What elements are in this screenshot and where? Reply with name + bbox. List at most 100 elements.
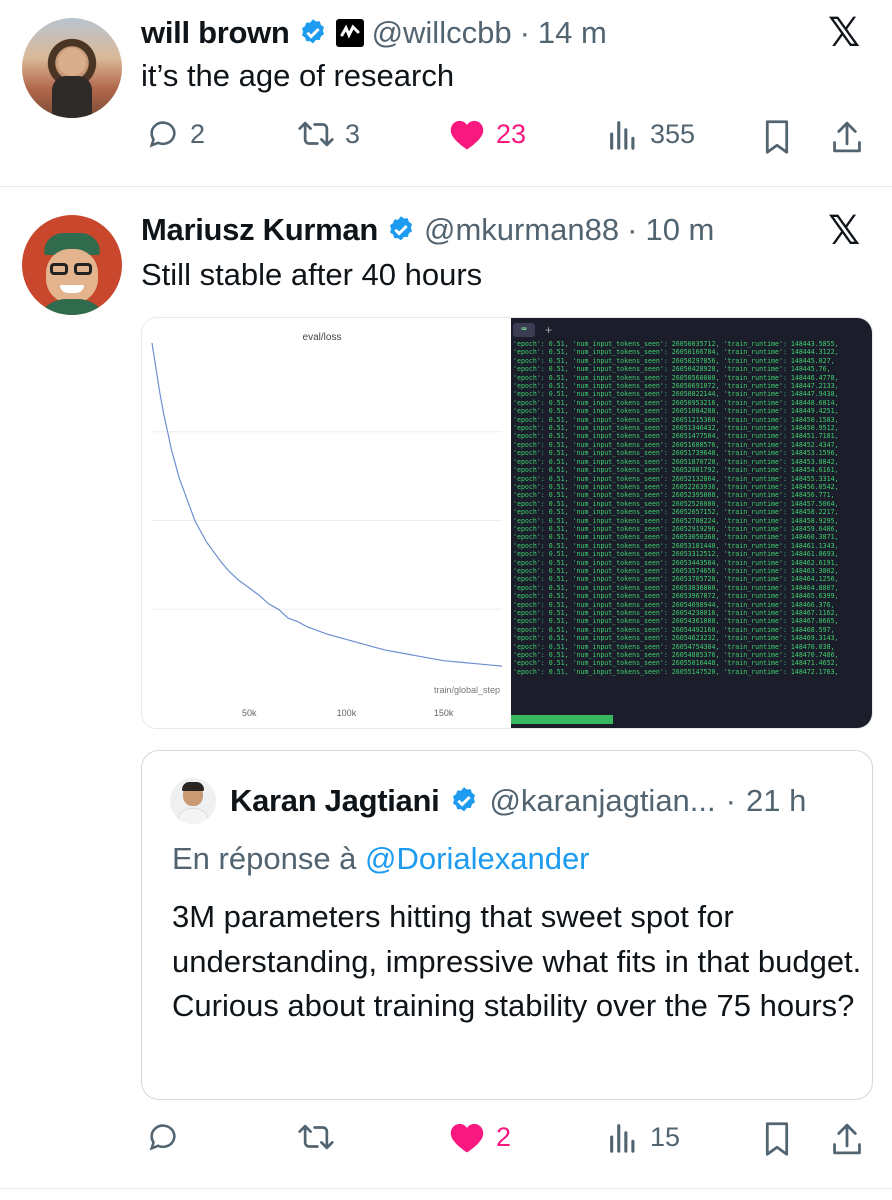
retweet-icon <box>298 1124 334 1150</box>
media-attachment[interactable]: eval/loss 50k 100k 150k train/global_step ⌨ … <box>141 317 873 729</box>
share-button[interactable] <box>830 1121 864 1162</box>
terminal-line: 'epoch': 0.51, 'num_input_tokens_seen': … <box>513 617 839 626</box>
quoted-tweet-time[interactable]: 21 h <box>746 783 806 819</box>
terminal-line: 'epoch': 0.51, 'num_input_tokens_seen': … <box>513 440 839 449</box>
terminal-line: 'epoch': 0.51, 'num_input_tokens_seen': … <box>513 541 839 550</box>
terminal-line: 'epoch': 0.51, 'num_input_tokens_seen': … <box>513 415 839 424</box>
reply-icon <box>149 121 176 148</box>
reply-to-mention[interactable]: @Dorialexander <box>365 841 589 876</box>
tweet-time[interactable]: 10 m <box>645 212 714 248</box>
avatar-mariusz-kurman[interactable] <box>22 215 122 315</box>
views-count: 355 <box>650 118 696 149</box>
views-count: 15 <box>650 1121 681 1152</box>
terminal-line: 'epoch': 0.51, 'num_input_tokens_seen': … <box>513 508 839 517</box>
retweet-count: 3 <box>345 118 361 149</box>
divider <box>0 186 892 187</box>
divider <box>0 1188 892 1189</box>
terminal-line: 'epoch': 0.51, 'num_input_tokens_seen': … <box>513 348 839 357</box>
terminal-line: 'epoch': 0.51, 'num_input_tokens_seen': … <box>513 457 839 466</box>
x-axis-label: train/global_step <box>434 685 500 695</box>
terminal-line: 'epoch': 0.51, 'num_input_tokens_seen': … <box>513 407 839 416</box>
bookmark-icon <box>765 1122 789 1156</box>
author-name[interactable]: Mariusz Kurman <box>141 212 378 248</box>
author-handle[interactable]: @mkurman88 <box>424 212 619 248</box>
new-tab-button[interactable]: + <box>545 323 552 337</box>
bookmark-button[interactable] <box>760 119 794 160</box>
x-tick-label: 100k <box>337 708 357 718</box>
views-icon <box>610 1124 635 1153</box>
views-icon <box>610 121 635 150</box>
terminal-line: 'epoch': 0.51, 'num_input_tokens_seen': … <box>513 659 839 668</box>
quoted-tweet-text: 3M parameters hitting that sweet spot fo… <box>172 899 862 1023</box>
terminal-line: 'epoch': 0.51, 'num_input_tokens_seen': … <box>513 474 839 483</box>
reply-button[interactable]: 2 <box>146 117 205 151</box>
quoted-tweet[interactable]: Karan Jagtiani @karanjagtian... · 21 h E… <box>141 750 873 1100</box>
terminal-tab-icon[interactable]: ⌨ <box>513 323 535 337</box>
retweet-button[interactable]: 3 <box>297 117 360 151</box>
terminal-line: 'epoch': 0.51, 'num_input_tokens_seen': … <box>513 390 839 399</box>
like-count: 2 <box>496 1121 512 1152</box>
terminal-output: 'epoch': 0.51, 'num_input_tokens_seen': … <box>513 340 872 676</box>
terminal-line: 'epoch': 0.51, 'num_input_tokens_seen': … <box>513 583 839 592</box>
bookmark-button[interactable] <box>760 1121 794 1162</box>
reply-context-label: En réponse à <box>172 841 357 876</box>
terminal-line: 'epoch': 0.51, 'num_input_tokens_seen': … <box>513 482 839 491</box>
like-button[interactable]: 23 <box>448 117 526 151</box>
terminal-line: 'epoch': 0.51, 'num_input_tokens_seen': … <box>513 550 839 559</box>
author-handle[interactable]: @willccbb <box>372 15 512 51</box>
reply-count: 2 <box>190 118 206 149</box>
avatar-will-brown[interactable] <box>22 18 122 118</box>
loss-chart: eval/loss 50k 100k 150k train/global_step <box>142 318 511 728</box>
loss-series-line <box>151 342 503 667</box>
quoted-author-name[interactable]: Karan Jagtiani <box>230 783 440 819</box>
verified-badge-icon <box>389 216 412 241</box>
x-logo-icon[interactable]: 𝕏 <box>828 10 860 56</box>
terminal-line: 'epoch': 0.51, 'num_input_tokens_seen': … <box>513 609 839 617</box>
verified-badge-icon <box>301 19 324 44</box>
like-count: 23 <box>496 118 527 149</box>
tweet-text: Still stable after 40 hours <box>141 257 483 292</box>
terminal-line: 'epoch': 0.51, 'num_input_tokens_seen': … <box>513 558 839 567</box>
terminal-panel: ⌨ + 'epoch': 0.51, 'num_input_tokens_see… <box>511 318 872 728</box>
terminal-scrollbar[interactable] <box>511 715 613 724</box>
x-logo-icon[interactable]: 𝕏 <box>828 208 860 254</box>
reply-button[interactable] <box>146 1120 180 1154</box>
views-button[interactable]: 15 <box>606 1120 680 1154</box>
terminal-line: 'epoch': 0.51, 'num_input_tokens_seen': … <box>513 382 839 391</box>
terminal-line: 'epoch': 0.51, 'num_input_tokens_seen': … <box>513 667 839 676</box>
terminal-line: 'epoch': 0.51, 'num_input_tokens_seen': … <box>513 432 839 441</box>
terminal-line: 'epoch': 0.51, 'num_input_tokens_seen': … <box>513 356 835 365</box>
avatar-karan-jagtiani[interactable] <box>170 778 216 824</box>
affiliate-badge-icon <box>335 19 364 47</box>
retweet-button[interactable] <box>297 1120 335 1154</box>
terminal-line: 'epoch': 0.51, 'num_input_tokens_seen': … <box>513 365 831 374</box>
author-name[interactable]: will brown <box>141 15 290 51</box>
bookmark-icon <box>765 120 789 154</box>
terminal-line: 'epoch': 0.51, 'num_input_tokens_seen': … <box>513 575 839 584</box>
like-button[interactable]: 2 <box>448 1120 511 1154</box>
tweet-time[interactable]: 14 m <box>538 15 607 51</box>
chart-svg: eval/loss 50k 100k 150k train/global_step <box>151 332 503 718</box>
terminal-line: 'epoch': 0.51, 'num_input_tokens_seen': … <box>513 651 839 660</box>
views-button[interactable]: 355 <box>606 117 695 151</box>
verified-badge-icon <box>453 787 476 812</box>
terminal-line: 'epoch': 0.51, 'num_input_tokens_seen': … <box>513 642 835 651</box>
share-icon <box>833 1123 861 1155</box>
chart-title: eval/loss <box>303 332 342 343</box>
terminal-line: 'epoch': 0.51, 'num_input_tokens_seen': … <box>513 398 839 407</box>
reply-icon <box>149 1124 176 1151</box>
retweet-icon <box>298 121 334 147</box>
terminal-line: 'epoch': 0.51, 'num_input_tokens_seen': … <box>513 491 835 500</box>
terminal-line: 'epoch': 0.51, 'num_input_tokens_seen': … <box>513 625 835 634</box>
terminal-line: 'epoch': 0.51, 'num_input_tokens_seen': … <box>513 634 839 643</box>
heart-filled-icon <box>450 120 484 150</box>
terminal-line: 'epoch': 0.51, 'num_input_tokens_seen': … <box>513 373 839 382</box>
terminal-line: 'epoch': 0.51, 'num_input_tokens_seen': … <box>513 466 839 475</box>
tweet-text: it’s the age of research <box>141 58 455 93</box>
terminal-line: 'epoch': 0.51, 'num_input_tokens_seen': … <box>513 592 839 601</box>
terminal-line: 'epoch': 0.51, 'num_input_tokens_seen': … <box>513 516 839 525</box>
share-button[interactable] <box>830 119 864 160</box>
terminal-line: 'epoch': 0.51, 'num_input_tokens_seen': … <box>513 600 835 609</box>
share-icon <box>833 121 861 153</box>
quoted-author-handle[interactable]: @karanjagtian... <box>489 783 715 819</box>
